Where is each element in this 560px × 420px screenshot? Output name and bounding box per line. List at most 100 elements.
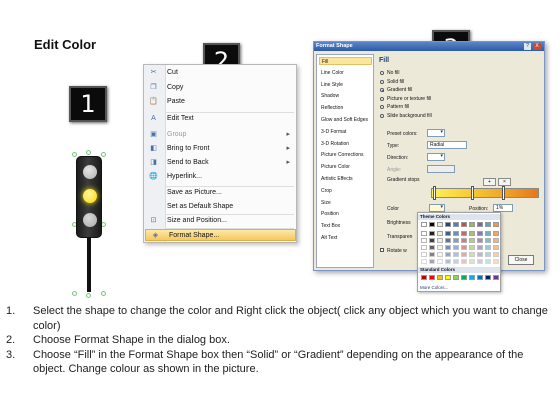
color-swatch[interactable] [445, 238, 451, 243]
nav-item-alt-text[interactable]: Alt Text [319, 234, 372, 242]
color-swatch[interactable] [445, 252, 451, 257]
menu-item-group[interactable]: ▣ Group ▸ [144, 129, 296, 141]
color-swatch[interactable] [493, 245, 499, 250]
nav-item-glow-and-soft-edges[interactable]: Glow and Soft Edges [319, 116, 372, 124]
nav-item-artistic-effects[interactable]: Artistic Effects [319, 175, 372, 183]
nav-item-line-style[interactable]: Line Style [319, 81, 372, 89]
nav-item-fill[interactable]: Fill [319, 57, 372, 65]
color-swatch[interactable] [421, 238, 427, 243]
color-swatch[interactable] [421, 245, 427, 250]
color-swatch[interactable] [461, 252, 467, 257]
color-swatch[interactable] [469, 245, 475, 250]
color-swatch[interactable] [485, 231, 491, 236]
color-swatch[interactable] [469, 222, 475, 227]
menu-item-format-shape[interactable]: ◈ Format Shape... [145, 229, 296, 241]
color-swatch[interactable] [485, 245, 491, 250]
selection-handle[interactable] [72, 152, 77, 157]
nav-item-picture-color[interactable]: Picture Color [319, 163, 372, 171]
nav-item-position[interactable]: Position [319, 210, 372, 218]
gradient-stop-handle[interactable] [502, 186, 505, 200]
menu-item-cut[interactable]: ✂ Cut [144, 67, 296, 79]
nav-item-crop[interactable]: Crop [319, 187, 372, 195]
color-swatch[interactable] [429, 252, 435, 257]
color-swatch[interactable] [461, 222, 467, 227]
color-swatch[interactable] [485, 238, 491, 243]
color-swatch[interactable] [429, 238, 435, 243]
traffic-light-shape[interactable] [72, 150, 106, 298]
menu-item-copy[interactable]: ❐ Copy [144, 82, 296, 94]
nav-item-text-box[interactable]: Text Box [319, 222, 372, 230]
menu-item-bring-to-front[interactable]: ◧ Bring to Front ▸ [144, 143, 296, 155]
color-swatch[interactable] [477, 238, 483, 243]
color-swatch[interactable] [453, 231, 459, 236]
color-swatch[interactable] [437, 245, 443, 250]
standard-color-swatch[interactable] [461, 275, 467, 280]
color-swatch[interactable] [477, 252, 483, 257]
color-swatch[interactable] [445, 245, 451, 250]
gradient-stop-handle[interactable] [471, 186, 474, 200]
standard-color-swatch[interactable] [421, 275, 427, 280]
selection-handle[interactable] [86, 150, 91, 155]
rotate-checkbox[interactable] [380, 248, 384, 252]
color-swatch[interactable] [469, 252, 475, 257]
color-swatch[interactable] [421, 259, 427, 264]
menu-item-paste[interactable]: 📋 Paste [144, 96, 296, 108]
fill-radio[interactable] [380, 79, 384, 84]
color-swatch[interactable] [445, 231, 451, 236]
color-swatch[interactable] [429, 245, 435, 250]
color-swatch[interactable] [493, 222, 499, 227]
color-swatch[interactable] [437, 231, 443, 236]
selection-handle[interactable] [101, 152, 106, 157]
color-swatch[interactable] [461, 259, 467, 264]
nav-item-picture-corrections[interactable]: Picture Corrections [319, 151, 372, 159]
color-swatch[interactable] [493, 252, 499, 257]
color-swatch[interactable] [453, 222, 459, 227]
position-field[interactable]: 1% [493, 204, 513, 212]
more-colors-link[interactable]: More Colors... [420, 285, 448, 290]
color-swatch[interactable] [429, 222, 435, 227]
preset-colors-dropdown[interactable] [427, 129, 445, 137]
fill-radio[interactable] [380, 71, 384, 75]
fill-radio[interactable] [380, 105, 384, 109]
color-swatch[interactable] [469, 231, 475, 236]
color-swatch[interactable] [477, 222, 483, 227]
gradient-stop-handle[interactable] [433, 186, 436, 200]
color-swatch[interactable] [445, 259, 451, 264]
color-swatch[interactable] [477, 245, 483, 250]
color-swatch[interactable] [429, 259, 435, 264]
color-swatch[interactable] [493, 259, 499, 264]
color-picker-button[interactable] [429, 204, 445, 212]
color-swatch[interactable] [461, 231, 467, 236]
type-select[interactable]: Radial [427, 141, 467, 149]
color-swatch[interactable] [485, 252, 491, 257]
standard-color-swatch[interactable] [477, 275, 483, 280]
direction-dropdown[interactable] [427, 153, 445, 161]
color-swatch[interactable] [437, 252, 443, 257]
fill-radio[interactable] [380, 88, 384, 92]
standard-color-swatch[interactable] [493, 275, 499, 280]
color-swatch[interactable] [429, 231, 435, 236]
color-swatch[interactable] [493, 231, 499, 236]
color-swatch[interactable] [469, 238, 475, 243]
color-swatch[interactable] [421, 252, 427, 257]
close-button[interactable]: Close [508, 255, 534, 265]
color-swatch[interactable] [421, 222, 427, 227]
standard-color-swatch[interactable] [445, 275, 451, 280]
color-swatch[interactable] [469, 259, 475, 264]
color-swatch[interactable] [493, 238, 499, 243]
color-swatch[interactable] [461, 245, 467, 250]
color-swatch[interactable] [453, 252, 459, 257]
color-swatch[interactable] [437, 222, 443, 227]
nav-item-3-d-rotation[interactable]: 3-D Rotation [319, 140, 372, 148]
standard-color-swatch[interactable] [469, 275, 475, 280]
standard-color-swatch[interactable] [437, 275, 443, 280]
color-swatch[interactable] [437, 259, 443, 264]
color-swatch[interactable] [437, 238, 443, 243]
selection-handle[interactable] [72, 291, 77, 296]
color-swatch[interactable] [421, 231, 427, 236]
standard-color-swatch[interactable] [453, 275, 459, 280]
nav-item-reflection[interactable]: Reflection [319, 104, 372, 112]
add-stop-button[interactable]: + [483, 178, 496, 186]
nav-item-3-d-format[interactable]: 3-D Format [319, 128, 372, 136]
menu-item-hyperlink[interactable]: 🌐 Hyperlink... [144, 171, 296, 183]
